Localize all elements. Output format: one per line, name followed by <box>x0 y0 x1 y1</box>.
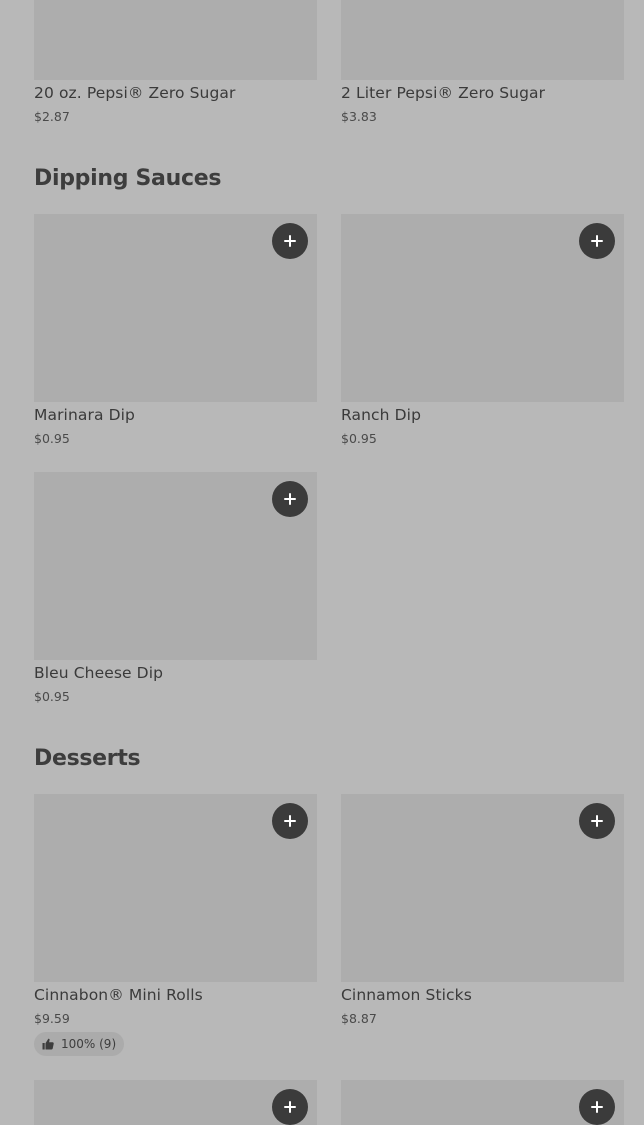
item-price: $8.87 <box>341 1011 377 1026</box>
item-name: 2 Liter Pepsi® Zero Sugar <box>341 84 546 102</box>
item-name: Bleu Cheese Dip <box>34 664 164 682</box>
item-image[interactable] <box>341 0 624 80</box>
plus-icon <box>284 235 296 247</box>
add-item-button[interactable] <box>579 803 615 839</box>
item-price: $0.95 <box>34 689 70 704</box>
add-item-button[interactable] <box>272 1089 308 1125</box>
plus-icon <box>284 1101 296 1113</box>
add-item-button[interactable] <box>272 803 308 839</box>
item-price: $9.59 <box>34 1011 70 1026</box>
plus-icon <box>591 815 603 827</box>
thumbs-up-icon <box>42 1038 54 1050</box>
section-title: Dipping Sauces <box>34 166 222 191</box>
item-price: $3.83 <box>341 109 377 124</box>
plus-icon <box>284 493 296 505</box>
item-name: Cinnabon® Mini Rolls <box>34 986 203 1004</box>
item-name: Ranch Dip <box>341 406 422 424</box>
item-name: 20 oz. Pepsi® Zero Sugar <box>34 84 236 102</box>
add-item-button[interactable] <box>579 1089 615 1125</box>
rating-text: 100% (9) <box>61 1037 117 1051</box>
rating-badge: 100% (9) <box>34 1032 125 1056</box>
plus-icon <box>591 1101 603 1113</box>
plus-icon <box>591 235 603 247</box>
plus-icon <box>284 815 296 827</box>
item-price: $0.95 <box>341 431 377 446</box>
item-name: Marinara Dip <box>34 406 135 424</box>
item-name: Cinnamon Sticks <box>341 986 472 1004</box>
add-item-button[interactable] <box>272 481 308 517</box>
item-image[interactable] <box>34 0 317 80</box>
section-title: Desserts <box>34 746 141 771</box>
add-item-button[interactable] <box>579 223 615 259</box>
item-price: $2.87 <box>34 109 70 124</box>
add-item-button[interactable] <box>272 223 308 259</box>
item-price: $0.95 <box>34 431 70 446</box>
